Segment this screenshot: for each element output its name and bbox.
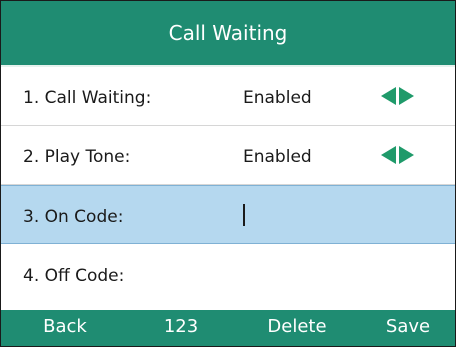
setting-row-on-code[interactable]: 3. On Code: bbox=[1, 185, 455, 244]
input-mode-softkey[interactable]: 123 bbox=[131, 316, 231, 346]
setting-label: 1. Call Waiting: bbox=[23, 88, 152, 108]
setting-row-call-waiting[interactable]: 1. Call Waiting: Enabled bbox=[1, 67, 455, 126]
arrow-left-icon[interactable] bbox=[381, 87, 396, 105]
arrow-left-icon[interactable] bbox=[381, 146, 396, 164]
setting-row-off-code[interactable]: 4. Off Code: bbox=[1, 245, 455, 310]
delete-softkey[interactable]: Delete bbox=[247, 316, 347, 346]
text-cursor bbox=[243, 204, 245, 226]
title-bar: Call Waiting bbox=[1, 1, 455, 67]
arrow-right-icon[interactable] bbox=[399, 146, 414, 164]
arrow-right-icon[interactable] bbox=[399, 87, 414, 105]
back-softkey[interactable]: Back bbox=[15, 316, 115, 346]
setting-label: 2. Play Tone: bbox=[23, 147, 131, 167]
softkey-bar: Back 123 Delete Save bbox=[1, 310, 455, 346]
phone-screen: Call Waiting 1. Call Waiting: Enabled 2.… bbox=[0, 0, 456, 347]
setting-label: 4. Off Code: bbox=[23, 266, 125, 286]
save-softkey[interactable]: Save bbox=[358, 316, 455, 346]
page-title: Call Waiting bbox=[168, 21, 288, 45]
setting-value: Enabled bbox=[243, 147, 312, 167]
setting-value: Enabled bbox=[243, 88, 312, 108]
setting-row-play-tone[interactable]: 2. Play Tone: Enabled bbox=[1, 126, 455, 185]
setting-label: 3. On Code: bbox=[23, 207, 124, 227]
